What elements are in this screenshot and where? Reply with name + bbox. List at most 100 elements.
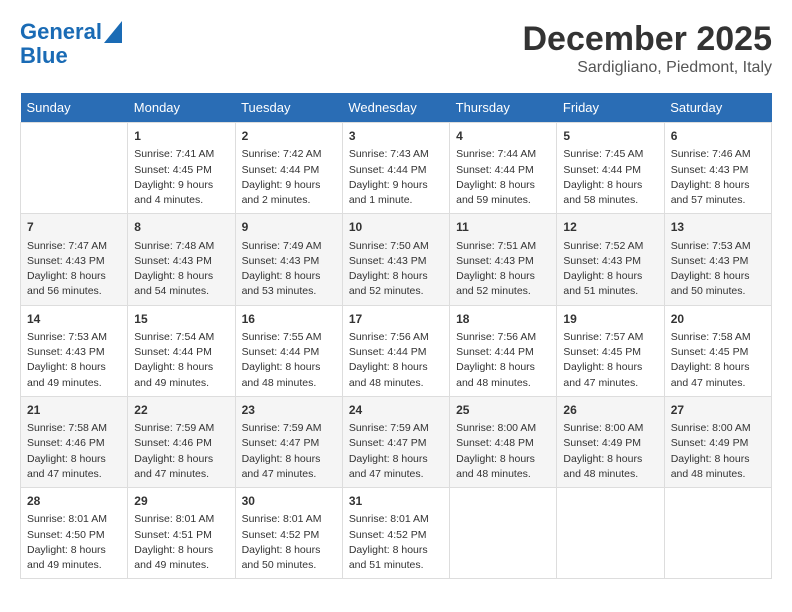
day-content: Sunrise: 7:59 AMSunset: 4:47 PMDaylight:…	[242, 421, 336, 482]
day-number: 28	[27, 493, 121, 510]
logo: General Blue	[20, 20, 122, 68]
month-title: December 2025	[522, 20, 772, 59]
location: Sardigliano, Piedmont, Italy	[522, 59, 772, 77]
day-number: 31	[349, 493, 443, 510]
calendar-cell: 8Sunrise: 7:48 AMSunset: 4:43 PMDaylight…	[128, 214, 235, 305]
calendar-cell: 7 Sunrise: 7:47 AMSunset: 4:43 PMDaylight…	[21, 214, 128, 305]
day-number: 11	[456, 219, 550, 236]
calendar-cell: 27 Sunrise: 8:00 AMSunset: 4:49 PMDayligh…	[664, 396, 771, 487]
day-content: Sunrise: 8:00 AMSunset: 4:49 PMDaylight:…	[671, 421, 765, 482]
day-content: Sunrise: 7:48 AMSunset: 4:43 PMDaylight:…	[134, 239, 228, 300]
calendar-header-cell: Thursday	[450, 93, 557, 123]
day-number: 13	[671, 219, 765, 236]
day-number: 22	[134, 402, 228, 419]
day-number: 19	[563, 311, 657, 328]
day-number: 15	[134, 311, 228, 328]
day-content: Sunrise: 7:58 AMSunset: 4:46 PMDaylight:…	[27, 421, 121, 482]
day-number: 10	[349, 219, 443, 236]
day-number: 20	[671, 311, 765, 328]
calendar-cell: 15 Sunrise: 7:54 AMSunset: 4:44 PMDayligh…	[128, 305, 235, 396]
title-section: December 2025 Sardigliano, Piedmont, Ita…	[522, 20, 772, 77]
day-content: Sunrise: 7:56 AMSunset: 4:44 PMDaylight:…	[456, 330, 550, 391]
day-number: 17	[349, 311, 443, 328]
calendar-week-row: 1 Sunrise: 7:41 AMSunset: 4:45 PMDaylight…	[21, 123, 772, 214]
day-content: Sunrise: 8:00 AMSunset: 4:49 PMDaylight:…	[563, 421, 657, 482]
calendar-cell: 13 Sunrise: 7:53 AMSunset: 4:43 PMDayligh…	[664, 214, 771, 305]
day-number: 9	[242, 219, 336, 236]
logo-text-general: General	[20, 20, 102, 44]
day-content: Sunrise: 8:01 AMSunset: 4:52 PMDaylight:…	[349, 512, 443, 573]
page-header: General Blue December 2025 Sardigliano, …	[20, 20, 772, 77]
day-content: Sunrise: 7:56 AMSunset: 4:44 PMDaylight:…	[349, 330, 443, 391]
day-number: 6	[671, 128, 765, 145]
day-number: 30	[242, 493, 336, 510]
day-number: 14	[27, 311, 121, 328]
day-content: Sunrise: 7:59 AMSunset: 4:47 PMDaylight:…	[349, 421, 443, 482]
calendar-header-cell: Saturday	[664, 93, 771, 123]
calendar-cell: 29 Sunrise: 8:01 AMSunset: 4:51 PMDayligh…	[128, 488, 235, 579]
calendar-week-row: 21 Sunrise: 7:58 AMSunset: 4:46 PMDayligh…	[21, 396, 772, 487]
calendar-cell: 16Sunrise: 7:55 AMSunset: 4:44 PMDayligh…	[235, 305, 342, 396]
calendar-cell: 3Sunrise: 7:43 AMSunset: 4:44 PMDaylight…	[342, 123, 449, 214]
calendar-cell: 31 Sunrise: 8:01 AMSunset: 4:52 PMDayligh…	[342, 488, 449, 579]
calendar-cell: 25Sunrise: 8:00 AMSunset: 4:48 PMDayligh…	[450, 396, 557, 487]
calendar-cell: 14 Sunrise: 7:53 AMSunset: 4:43 PMDayligh…	[21, 305, 128, 396]
day-content: Sunrise: 7:47 AMSunset: 4:43 PMDaylight:…	[27, 239, 121, 300]
calendar-cell: 6 Sunrise: 7:46 AMSunset: 4:43 PMDaylight…	[664, 123, 771, 214]
calendar-table: SundayMondayTuesdayWednesdayThursdayFrid…	[20, 93, 772, 579]
day-content: Sunrise: 7:51 AMSunset: 4:43 PMDaylight:…	[456, 239, 550, 300]
day-number: 4	[456, 128, 550, 145]
day-number: 21	[27, 402, 121, 419]
day-content: Sunrise: 7:49 AMSunset: 4:43 PMDaylight:…	[242, 239, 336, 300]
calendar-week-row: 7 Sunrise: 7:47 AMSunset: 4:43 PMDaylight…	[21, 214, 772, 305]
day-number: 12	[563, 219, 657, 236]
calendar-cell: 22 Sunrise: 7:59 AMSunset: 4:46 PMDayligh…	[128, 396, 235, 487]
day-number: 29	[134, 493, 228, 510]
day-number: 26	[563, 402, 657, 419]
calendar-cell	[450, 488, 557, 579]
calendar-cell: 12 Sunrise: 7:52 AMSunset: 4:43 PMDayligh…	[557, 214, 664, 305]
calendar-week-row: 14 Sunrise: 7:53 AMSunset: 4:43 PMDayligh…	[21, 305, 772, 396]
calendar-cell: 20 Sunrise: 7:58 AMSunset: 4:45 PMDayligh…	[664, 305, 771, 396]
day-content: Sunrise: 7:41 AMSunset: 4:45 PMDaylight:…	[134, 147, 228, 208]
day-number: 1	[134, 128, 228, 145]
calendar-header-cell: Wednesday	[342, 93, 449, 123]
calendar-cell: 11 Sunrise: 7:51 AMSunset: 4:43 PMDayligh…	[450, 214, 557, 305]
day-content: Sunrise: 7:42 AMSunset: 4:44 PMDaylight:…	[242, 147, 336, 208]
calendar-cell: 24 Sunrise: 7:59 AMSunset: 4:47 PMDayligh…	[342, 396, 449, 487]
day-content: Sunrise: 7:46 AMSunset: 4:43 PMDaylight:…	[671, 147, 765, 208]
day-number: 24	[349, 402, 443, 419]
day-content: Sunrise: 8:01 AMSunset: 4:51 PMDaylight:…	[134, 512, 228, 573]
calendar-cell: 23 Sunrise: 7:59 AMSunset: 4:47 PMDayligh…	[235, 396, 342, 487]
calendar-cell: 10 Sunrise: 7:50 AMSunset: 4:43 PMDayligh…	[342, 214, 449, 305]
day-content: Sunrise: 7:50 AMSunset: 4:43 PMDaylight:…	[349, 239, 443, 300]
calendar-header-cell: Friday	[557, 93, 664, 123]
day-content: Sunrise: 7:43 AMSunset: 4:44 PMDaylight:…	[349, 147, 443, 208]
day-content: Sunrise: 7:57 AMSunset: 4:45 PMDaylight:…	[563, 330, 657, 391]
calendar-header-cell: Sunday	[21, 93, 128, 123]
day-content: Sunrise: 7:53 AMSunset: 4:43 PMDaylight:…	[671, 239, 765, 300]
logo-bird-icon	[104, 21, 122, 43]
day-number: 5	[563, 128, 657, 145]
day-content: Sunrise: 7:52 AMSunset: 4:43 PMDaylight:…	[563, 239, 657, 300]
logo-text-blue: Blue	[20, 44, 68, 68]
calendar-cell: 1 Sunrise: 7:41 AMSunset: 4:45 PMDaylight…	[128, 123, 235, 214]
day-content: Sunrise: 7:54 AMSunset: 4:44 PMDaylight:…	[134, 330, 228, 391]
day-number: 7	[27, 219, 121, 236]
calendar-cell	[557, 488, 664, 579]
day-content: Sunrise: 7:53 AMSunset: 4:43 PMDaylight:…	[27, 330, 121, 391]
day-content: Sunrise: 7:55 AMSunset: 4:44 PMDaylight:…	[242, 330, 336, 391]
calendar-cell: 5Sunrise: 7:45 AMSunset: 4:44 PMDaylight…	[557, 123, 664, 214]
calendar-cell: 19 Sunrise: 7:57 AMSunset: 4:45 PMDayligh…	[557, 305, 664, 396]
day-content: Sunrise: 7:58 AMSunset: 4:45 PMDaylight:…	[671, 330, 765, 391]
day-number: 23	[242, 402, 336, 419]
calendar-header-cell: Tuesday	[235, 93, 342, 123]
day-number: 27	[671, 402, 765, 419]
calendar-body: 1 Sunrise: 7:41 AMSunset: 4:45 PMDaylight…	[21, 123, 772, 579]
day-number: 18	[456, 311, 550, 328]
day-content: Sunrise: 7:59 AMSunset: 4:46 PMDaylight:…	[134, 421, 228, 482]
calendar-cell: 30Sunrise: 8:01 AMSunset: 4:52 PMDayligh…	[235, 488, 342, 579]
calendar-cell: 21 Sunrise: 7:58 AMSunset: 4:46 PMDayligh…	[21, 396, 128, 487]
day-content: Sunrise: 8:00 AMSunset: 4:48 PMDaylight:…	[456, 421, 550, 482]
calendar-cell: 26 Sunrise: 8:00 AMSunset: 4:49 PMDayligh…	[557, 396, 664, 487]
